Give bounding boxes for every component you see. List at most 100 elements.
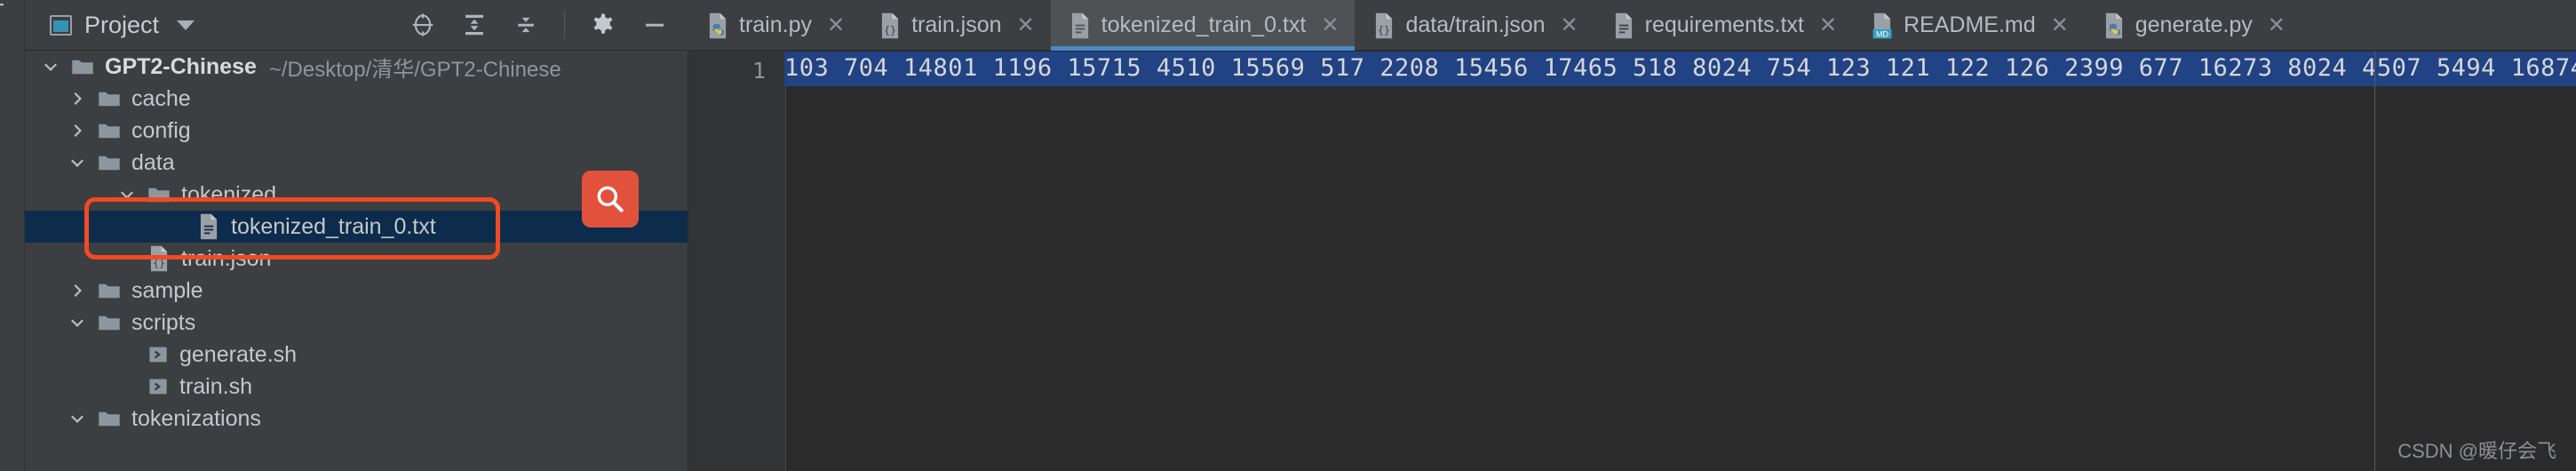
code-line-1[interactable]: 103 704 14801 1196 15715 4510 15569 517 …: [784, 51, 2576, 86]
search-icon: [597, 186, 624, 212]
folder-icon: [148, 188, 170, 202]
shell-file-icon: [149, 379, 167, 395]
svg-text:{}: {}: [153, 257, 165, 269]
shell-file-icon: [149, 347, 167, 363]
code-line-content[interactable]: 103 704 14801 1196 15715 4510 15569 517 …: [784, 51, 2576, 86]
minimize-icon[interactable]: [641, 12, 668, 38]
chevron-right-icon[interactable]: [68, 89, 87, 108]
chevron-down-icon[interactable]: [68, 313, 87, 332]
expand-all-icon[interactable]: [461, 12, 488, 38]
tree-row-tokenizations[interactable]: tokenizations: [25, 403, 688, 435]
collapse-all-icon[interactable]: [513, 12, 539, 38]
tree-item-label: scripts: [131, 309, 196, 335]
close-icon[interactable]: ✕: [2268, 14, 2286, 36]
editor-gutter: 1: [688, 51, 786, 471]
folder-icon: [99, 283, 120, 298]
watermark-label: CSDN @暖仔会飞: [2397, 440, 2556, 462]
left-tool-strip: Project: [0, 0, 25, 471]
tree-row-cache[interactable]: cache: [25, 83, 688, 115]
tree-row-config[interactable]: config: [25, 115, 688, 147]
close-icon[interactable]: ✕: [1017, 14, 1035, 36]
tree-item-label: train.sh: [179, 373, 252, 399]
tab-train-py[interactable]: train.py ✕: [688, 0, 861, 51]
tab-train-json[interactable]: {} train.json ✕: [861, 0, 1051, 51]
tree-root-label: GPT2-Chinese: [105, 53, 257, 79]
tab-tokenized-train-0-txt[interactable]: tokenized_train_0.txt ✕: [1050, 0, 1356, 51]
tree-item-label: tokenized: [181, 181, 277, 207]
editor-code-area[interactable]: 103 704 14801 1196 15715 4510 15569 517 …: [784, 51, 2576, 471]
code-editor[interactable]: 1 103 704 14801 1196 15715 4510 15569 51…: [688, 51, 2576, 471]
chevron-down-icon[interactable]: [117, 185, 137, 204]
folder-icon: [99, 411, 120, 426]
chevron-down-icon[interactable]: [68, 409, 87, 428]
folder-icon: [99, 92, 120, 106]
tree-item-label: cache: [131, 85, 191, 111]
right-margin-guide: [2374, 51, 2375, 471]
svg-text:{}: {}: [1378, 24, 1390, 36]
project-panel-title: Project: [84, 11, 160, 38]
close-icon[interactable]: ✕: [2051, 14, 2069, 36]
folder-icon: [72, 60, 93, 74]
json-file-icon: {}: [1376, 12, 1393, 38]
tab-generate-py[interactable]: generate.py ✕: [2085, 0, 2302, 51]
left-strip-project-label[interactable]: Project: [0, 0, 9, 7]
tree-row-train-sh[interactable]: train.sh: [25, 371, 688, 403]
tab-requirements-txt[interactable]: requirements.txt ✕: [1594, 0, 1853, 51]
chevron-down-icon[interactable]: [41, 57, 60, 76]
text-file-icon: [200, 213, 218, 240]
tab-label: train.json: [911, 12, 1002, 37]
tree-item-label: generate.sh: [179, 341, 298, 367]
close-icon[interactable]: ✕: [1819, 14, 1837, 36]
gear-icon[interactable]: [590, 12, 616, 38]
chevron-down-icon[interactable]: [68, 153, 87, 172]
python-file-icon: [2105, 12, 2122, 38]
tree-item-label: data: [131, 149, 175, 175]
project-tree[interactable]: GPT2-Chinese ~/Desktop/清华/GPT2-Chinese c…: [25, 51, 688, 471]
editor-tab-bar: train.py ✕ {} train.json ✕ tokenized_tra…: [688, 0, 2576, 51]
tab-label: generate.py: [2135, 12, 2253, 37]
tree-row-scripts[interactable]: scripts: [25, 307, 688, 339]
tab-label: data/train.json: [1405, 12, 1546, 37]
tree-row-root[interactable]: GPT2-Chinese ~/Desktop/清华/GPT2-Chinese: [25, 51, 688, 83]
python-file-icon: [709, 12, 727, 38]
tree-row-sample[interactable]: sample: [25, 275, 688, 307]
svg-text:MD: MD: [1876, 29, 1889, 38]
close-icon[interactable]: ✕: [1321, 14, 1339, 36]
tree-row-generate-sh[interactable]: generate.sh: [25, 339, 688, 371]
chevron-right-icon[interactable]: [68, 281, 87, 300]
json-file-icon: {}: [881, 12, 899, 38]
json-file-icon: {}: [150, 245, 168, 272]
close-icon[interactable]: ✕: [827, 14, 845, 36]
close-icon[interactable]: ✕: [1561, 14, 1578, 36]
project-panel-header: Project: [25, 0, 688, 51]
search-button[interactable]: [582, 171, 639, 228]
tab-label: requirements.txt: [1644, 12, 1804, 37]
markdown-file-icon: MD: [1872, 12, 1892, 38]
tree-item-label: sample: [131, 277, 203, 303]
line-number: 1: [751, 58, 766, 84]
tab-label: README.md: [1903, 12, 2036, 37]
folder-icon: [99, 315, 120, 330]
project-panel-toolbar: [409, 11, 688, 39]
select-opened-file-icon[interactable]: [409, 12, 436, 38]
tab-label: train.py: [739, 12, 812, 37]
tab-label: tokenized_train_0.txt: [1101, 12, 1307, 37]
tree-root-path: ~/Desktop/清华/GPT2-Chinese: [268, 57, 561, 82]
chevron-right-icon[interactable]: [68, 121, 87, 140]
tree-item-label: train.json: [181, 245, 272, 271]
tree-row-train-json[interactable]: {} train.json: [25, 243, 688, 275]
text-file-icon: [1071, 12, 1088, 38]
folder-icon: [99, 156, 120, 170]
svg-text:{}: {}: [884, 24, 896, 36]
text-file-icon: [1615, 12, 1632, 38]
toolbar-divider: [564, 11, 565, 39]
ide-window: Project Project: [0, 0, 2576, 471]
tab-data-train-json[interactable]: {} data/train.json ✕: [1355, 0, 1594, 51]
tab-readme-md[interactable]: MD README.md ✕: [1853, 0, 2085, 51]
project-panel-title-group[interactable]: Project: [25, 12, 195, 39]
folder-icon: [99, 124, 120, 138]
tree-item-label: tokenized_train_0.txt: [231, 213, 436, 239]
project-window-icon: [50, 14, 72, 36]
tree-item-label: config: [131, 117, 191, 143]
chevron-down-icon[interactable]: [177, 20, 195, 30]
